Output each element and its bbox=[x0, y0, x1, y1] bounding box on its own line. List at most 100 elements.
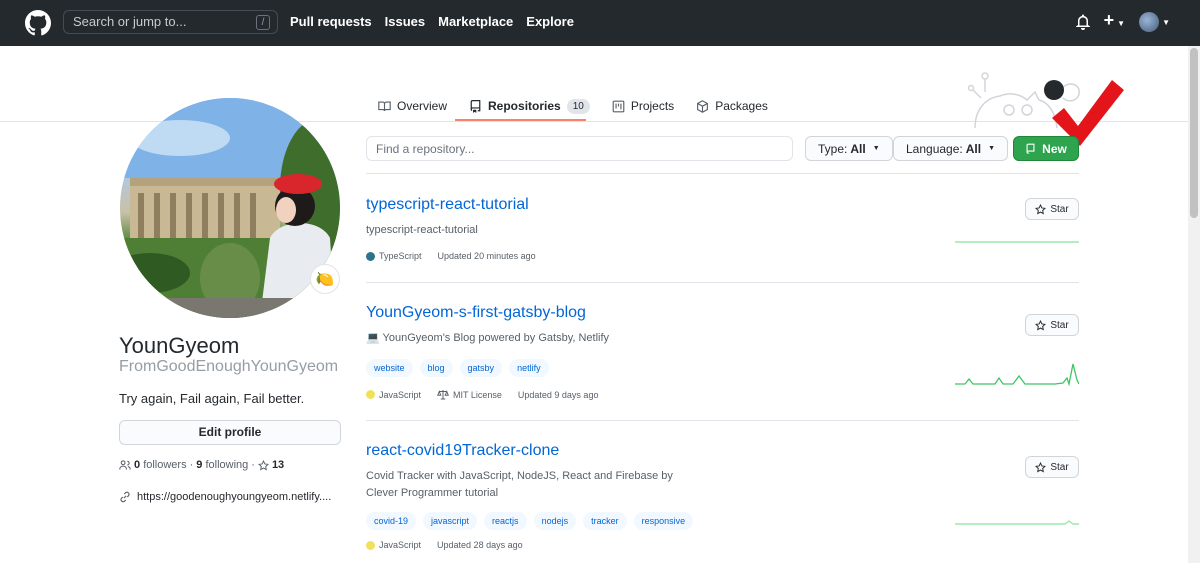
repo-icon bbox=[1026, 143, 1035, 154]
language-name: TypeScript bbox=[379, 251, 422, 261]
repo-name-link[interactable]: react-covid19Tracker-clone bbox=[366, 442, 1079, 460]
bell-icon[interactable] bbox=[1075, 14, 1090, 30]
find-repository-input[interactable]: Find a repository... bbox=[366, 136, 793, 161]
topic-tag[interactable]: reactjs bbox=[484, 512, 527, 530]
stars-count: 13 bbox=[271, 459, 285, 471]
nav-issues[interactable]: Issues bbox=[385, 14, 425, 29]
activity-sparkline bbox=[955, 363, 1079, 386]
topic-tag[interactable]: website bbox=[366, 359, 413, 377]
topic-tag[interactable]: responsive bbox=[633, 512, 694, 530]
profile-avatar[interactable] bbox=[120, 98, 340, 318]
license-name: MIT License bbox=[453, 389, 502, 400]
global-nav: Pull requests Issues Marketplace Explore bbox=[290, 14, 574, 29]
tab-label: Projects bbox=[630, 99, 675, 113]
profile-tabs: Overview Repositories 10 Projects Packag… bbox=[378, 96, 790, 116]
stars-link[interactable]: 13 bbox=[257, 459, 285, 471]
repo-meta: JavaScript Updated 28 days ago bbox=[366, 540, 1079, 550]
global-header: Search or jump to... / Pull requests Iss… bbox=[0, 0, 1200, 46]
topic-tag[interactable]: gatsby bbox=[459, 359, 503, 377]
nav-marketplace[interactable]: Marketplace bbox=[438, 14, 513, 29]
profile-website[interactable]: https://goodenoughyoungyeom.netlify.... bbox=[119, 491, 331, 503]
repo-list-item: typescript-react-tutorial typescript-rea… bbox=[366, 196, 1079, 261]
language-name: JavaScript bbox=[379, 540, 422, 550]
separator-dot: · bbox=[189, 459, 194, 471]
repo-meta: TypeScript Updated 20 minutes ago bbox=[366, 251, 1079, 261]
repo-name-link[interactable]: YounGyeom-s-first-gatsby-blog bbox=[366, 304, 1079, 322]
topic-tag[interactable]: nodejs bbox=[533, 512, 577, 530]
repo-name-link[interactable]: typescript-react-tutorial bbox=[366, 196, 1079, 214]
edit-profile-button[interactable]: Edit profile bbox=[119, 420, 341, 445]
scale-icon bbox=[437, 390, 450, 400]
chevron-down-icon: ▼ bbox=[1117, 19, 1126, 28]
tab-overview[interactable]: Overview bbox=[378, 96, 459, 116]
topic-tag[interactable]: covid-19 bbox=[366, 512, 417, 530]
activity-sparkline bbox=[955, 241, 1079, 243]
people-icon bbox=[119, 460, 131, 470]
tab-projects[interactable]: Projects bbox=[612, 96, 686, 116]
repo-language: JavaScript bbox=[366, 390, 421, 400]
user-menu[interactable]: ▼ bbox=[1139, 12, 1170, 32]
divider bbox=[366, 173, 1079, 174]
project-icon bbox=[612, 100, 625, 112]
activity-sparkline bbox=[955, 520, 1079, 525]
nav-pull-requests[interactable]: Pull requests bbox=[290, 14, 372, 29]
profile-fullname: YounGyeom bbox=[119, 333, 240, 358]
chevron-down-icon: ▼ bbox=[988, 145, 996, 152]
type-filter-button[interactable]: Type: All ▼ bbox=[805, 136, 893, 161]
new-button-label: New bbox=[1042, 141, 1067, 156]
topic-tag[interactable]: javascript bbox=[423, 512, 478, 530]
language-filter-button[interactable]: Language: All ▼ bbox=[893, 136, 1009, 161]
book-open-icon bbox=[378, 100, 391, 111]
chevron-down-icon: ▼ bbox=[1162, 17, 1170, 27]
followers-link[interactable]: 0 followers bbox=[134, 459, 187, 471]
type-filter-label: Type: bbox=[818, 141, 848, 156]
topic-tag[interactable]: blog bbox=[419, 359, 453, 377]
avatar bbox=[1139, 12, 1160, 32]
tab-repositories[interactable]: Repositories 10 bbox=[469, 96, 602, 116]
type-filter-value: All bbox=[850, 141, 866, 156]
language-color-dot bbox=[366, 390, 375, 399]
following-link[interactable]: 9 following bbox=[196, 459, 248, 471]
profile-bio: Try again, Fail again, Fail better. bbox=[119, 391, 305, 406]
link-icon bbox=[120, 491, 130, 503]
create-new-menu[interactable]: + ▼ bbox=[1103, 10, 1126, 31]
language-color-dot bbox=[366, 251, 375, 261]
star-button[interactable]: Star bbox=[1025, 198, 1079, 220]
language-color-dot bbox=[366, 540, 375, 550]
package-icon bbox=[697, 99, 709, 113]
topic-tag[interactable]: netlify bbox=[509, 359, 549, 377]
language-name: JavaScript bbox=[379, 389, 422, 400]
language-filter-value: All bbox=[965, 141, 982, 156]
star-icon bbox=[1035, 461, 1047, 472]
scrollbar-thumb[interactable] bbox=[1190, 48, 1198, 218]
following-label: following bbox=[205, 459, 249, 471]
active-tab-indicator bbox=[455, 119, 586, 121]
github-logo-icon[interactable] bbox=[25, 10, 51, 36]
following-count: 9 bbox=[196, 459, 203, 471]
new-repository-button[interactable]: New bbox=[1013, 136, 1079, 161]
repo-language: JavaScript bbox=[366, 540, 421, 550]
star-icon bbox=[1035, 319, 1047, 330]
tab-label: Repositories bbox=[488, 99, 561, 113]
star-icon bbox=[1035, 203, 1047, 214]
global-search-input[interactable]: Search or jump to... / bbox=[63, 10, 278, 34]
repo-description: typescript-react-tutorial bbox=[366, 224, 478, 236]
avatar-photo bbox=[120, 98, 340, 318]
star-button[interactable]: Star bbox=[1025, 314, 1079, 336]
star-label: Star bbox=[1050, 203, 1069, 215]
tab-packages[interactable]: Packages bbox=[696, 96, 780, 116]
repo-license[interactable]: MIT License bbox=[437, 389, 502, 400]
header-actions: + ▼ ▼ bbox=[1075, 10, 1170, 32]
status-emoji-button[interactable]: 🍋 bbox=[310, 264, 340, 294]
nav-explore[interactable]: Explore bbox=[526, 14, 574, 29]
search-shortcut-key: / bbox=[256, 15, 270, 30]
star-icon bbox=[257, 459, 269, 470]
repo-icon bbox=[470, 99, 481, 113]
topic-tag[interactable]: tracker bbox=[583, 512, 627, 530]
follow-stats: 0 followers · 9 following · 13 bbox=[119, 459, 284, 471]
followers-label: followers bbox=[143, 459, 187, 471]
repo-description: Covid Tracker with JavaScript, NodeJS, R… bbox=[366, 470, 673, 499]
plus-icon: + bbox=[1103, 10, 1115, 30]
star-button[interactable]: Star bbox=[1025, 456, 1079, 478]
divider bbox=[366, 282, 1079, 283]
